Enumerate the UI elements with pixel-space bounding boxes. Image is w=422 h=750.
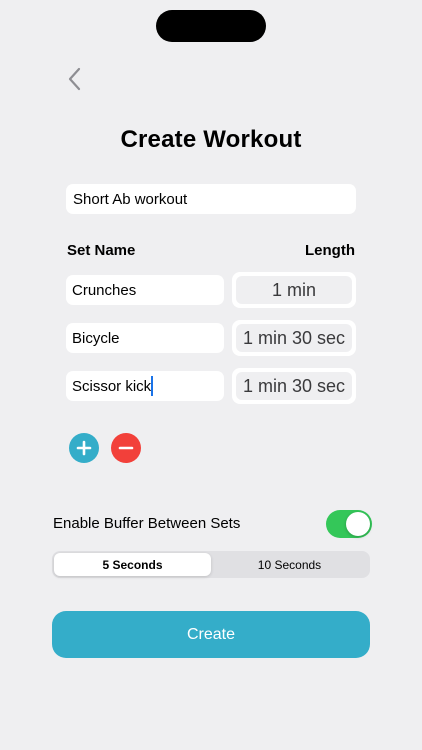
chevron-left-icon	[68, 67, 81, 91]
set-row: 1 min	[66, 272, 356, 308]
set-name-input[interactable]	[66, 323, 224, 353]
add-set-button[interactable]	[69, 433, 99, 463]
segment-10-seconds[interactable]: 10 Seconds	[211, 553, 368, 576]
set-length-value: 1 min	[236, 276, 352, 304]
toggle-knob	[346, 512, 370, 536]
workout-name-input[interactable]	[66, 184, 356, 214]
set-length-value: 1 min 30 sec	[236, 372, 352, 400]
create-workout-screen: Create Workout Set Name Length 1 min 1 m…	[0, 0, 422, 750]
back-button[interactable]	[62, 64, 86, 94]
minus-icon	[118, 446, 134, 450]
set-name-input[interactable]	[66, 371, 224, 401]
set-length-value: 1 min 30 sec	[236, 324, 352, 352]
buffer-label: Enable Buffer Between Sets	[53, 515, 241, 532]
set-length-picker[interactable]: 1 min	[232, 272, 356, 308]
set-name-header: Set Name	[67, 242, 136, 259]
plus-icon	[76, 440, 92, 456]
set-name-input[interactable]	[66, 275, 224, 305]
length-header: Length	[305, 242, 355, 259]
set-length-picker[interactable]: 1 min 30 sec	[232, 368, 356, 404]
segment-5-seconds[interactable]: 5 Seconds	[54, 553, 211, 576]
buffer-duration-control: 5 Seconds 10 Seconds	[52, 551, 370, 578]
set-row: 1 min 30 sec	[66, 320, 356, 356]
remove-set-button[interactable]	[111, 433, 141, 463]
text-cursor	[151, 376, 153, 396]
page-title: Create Workout	[120, 126, 302, 153]
set-length-picker[interactable]: 1 min 30 sec	[232, 320, 356, 356]
create-button[interactable]: Create	[52, 611, 370, 658]
buffer-toggle[interactable]	[326, 510, 372, 538]
set-row: 1 min 30 sec	[66, 368, 356, 404]
dynamic-island	[156, 10, 266, 42]
